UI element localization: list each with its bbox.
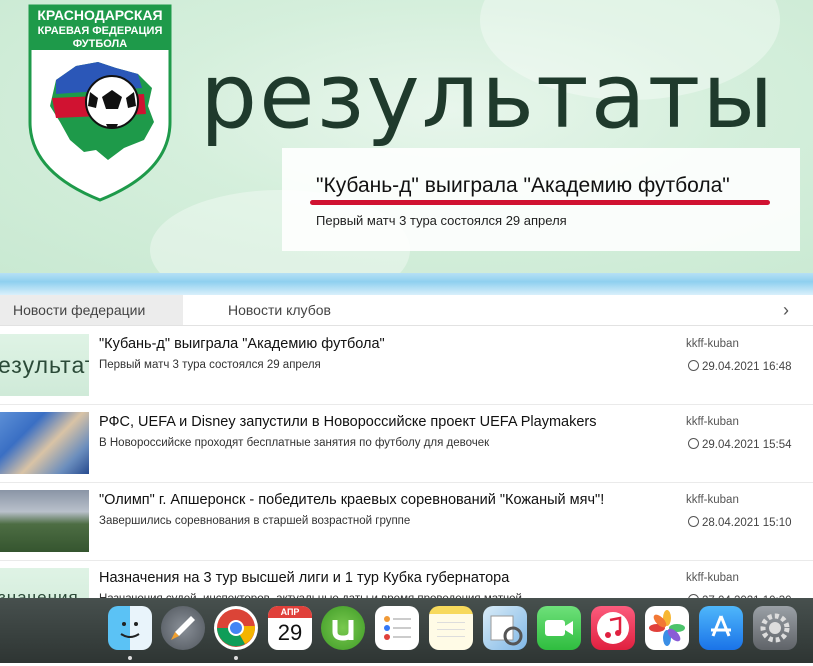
- news-tabs: Новости федерации Новости клубов ›: [0, 295, 813, 326]
- logo-text-line-2: КРАЕВАЯ ФЕДЕРАЦИЯ: [38, 25, 163, 37]
- news-title[interactable]: "Олимп" г. Апшеронск - победитель краевы…: [99, 492, 604, 508]
- news-title[interactable]: Назначения на 3 тур высшей лиги и 1 тур …: [99, 570, 509, 586]
- news-date: 28.04.2021 15:10: [688, 515, 792, 529]
- hero-card-underline: [310, 200, 770, 205]
- news-subtitle: Завершились соревнования в старшей возра…: [99, 515, 411, 527]
- finder-icon[interactable]: [108, 606, 152, 650]
- chevron-right-icon[interactable]: ›: [783, 295, 789, 325]
- news-date-text: 28.04.2021 15:10: [702, 517, 792, 529]
- hero-news-card[interactable]: "Кубань-д" выиграла "Академию футбола" П…: [282, 148, 800, 251]
- news-author[interactable]: kkff-kuban: [686, 494, 739, 506]
- macos-dock: АПР 29: [0, 598, 813, 663]
- news-title[interactable]: "Кубань-д" выиграла "Академию футбола": [99, 336, 385, 352]
- calendar-icon[interactable]: АПР 29: [268, 606, 312, 650]
- thumbnail-text: езультаты: [0, 352, 89, 378]
- news-date-text: 29.04.2021 15:54: [702, 439, 792, 451]
- chrome-icon[interactable]: [214, 606, 258, 650]
- facetime-icon[interactable]: [537, 606, 581, 650]
- running-indicator: [128, 656, 132, 660]
- federation-logo[interactable]: КРАСНОДАРСКАЯ КРАЕВАЯ ФЕДЕРАЦИЯ ФУТБОЛА: [26, 2, 174, 202]
- news-title[interactable]: РФС, UEFA и Disney запустили в Новоросси…: [99, 414, 596, 430]
- clock-icon: [688, 360, 699, 371]
- news-subtitle: В Новороссийске проходят бесплатные заня…: [99, 437, 490, 449]
- news-author[interactable]: kkff-kuban: [686, 416, 739, 428]
- hero-card-subtitle: Первый матч 3 тура состоялся 29 апреля: [316, 213, 567, 228]
- news-date-text: 29.04.2021 16:48: [702, 361, 792, 373]
- hero-title: Результаты: [200, 44, 776, 149]
- utorrent-icon[interactable]: [321, 606, 365, 650]
- news-author[interactable]: kkff-kuban: [686, 338, 739, 350]
- music-icon[interactable]: [591, 606, 635, 650]
- clock-icon: [688, 438, 699, 449]
- app-store-icon[interactable]: [699, 606, 743, 650]
- calendar-month: АПР: [268, 606, 312, 618]
- news-subtitle: Первый матч 3 тура состоялся 29 апреля: [99, 359, 321, 371]
- hero-card-title[interactable]: "Кубань-д" выиграла "Академию футбола": [316, 174, 730, 198]
- clock-icon: [688, 516, 699, 527]
- preview-icon[interactable]: [483, 606, 527, 650]
- launchpad-icon[interactable]: [161, 606, 205, 650]
- list-item[interactable]: езультаты "Кубань-д" выиграла "Академию …: [0, 326, 813, 405]
- news-list: езультаты "Кубань-д" выиграла "Академию …: [0, 326, 813, 639]
- photos-icon[interactable]: [645, 606, 689, 650]
- news-date: 29.04.2021 16:48: [688, 359, 792, 373]
- tab-federation-news[interactable]: Новости федерации: [0, 295, 183, 325]
- running-indicator: [234, 656, 238, 660]
- system-preferences-icon[interactable]: [753, 606, 797, 650]
- notes-icon[interactable]: [429, 606, 473, 650]
- news-date: 29.04.2021 15:54: [688, 437, 792, 451]
- news-thumbnail[interactable]: езультаты: [0, 334, 89, 396]
- news-thumbnail[interactable]: [0, 490, 89, 552]
- list-item[interactable]: РФС, UEFA и Disney запустили в Новоросси…: [0, 404, 813, 483]
- reminders-icon[interactable]: [375, 606, 419, 650]
- logo-text-line-3: ФУТБОЛА: [73, 38, 127, 50]
- tab-club-news[interactable]: Новости клубов: [228, 295, 331, 325]
- hero-wave-divider: [0, 273, 813, 295]
- logo-text-line-1: КРАСНОДАРСКАЯ: [37, 7, 162, 23]
- calendar-day: 29: [277, 620, 303, 645]
- hero-banner[interactable]: КРАСНОДАРСКАЯ КРАЕВАЯ ФЕДЕРАЦИЯ ФУТБОЛА …: [0, 0, 813, 275]
- news-thumbnail[interactable]: [0, 412, 89, 474]
- news-author[interactable]: kkff-kuban: [686, 572, 739, 584]
- list-item[interactable]: "Олимп" г. Апшеронск - победитель краевы…: [0, 482, 813, 561]
